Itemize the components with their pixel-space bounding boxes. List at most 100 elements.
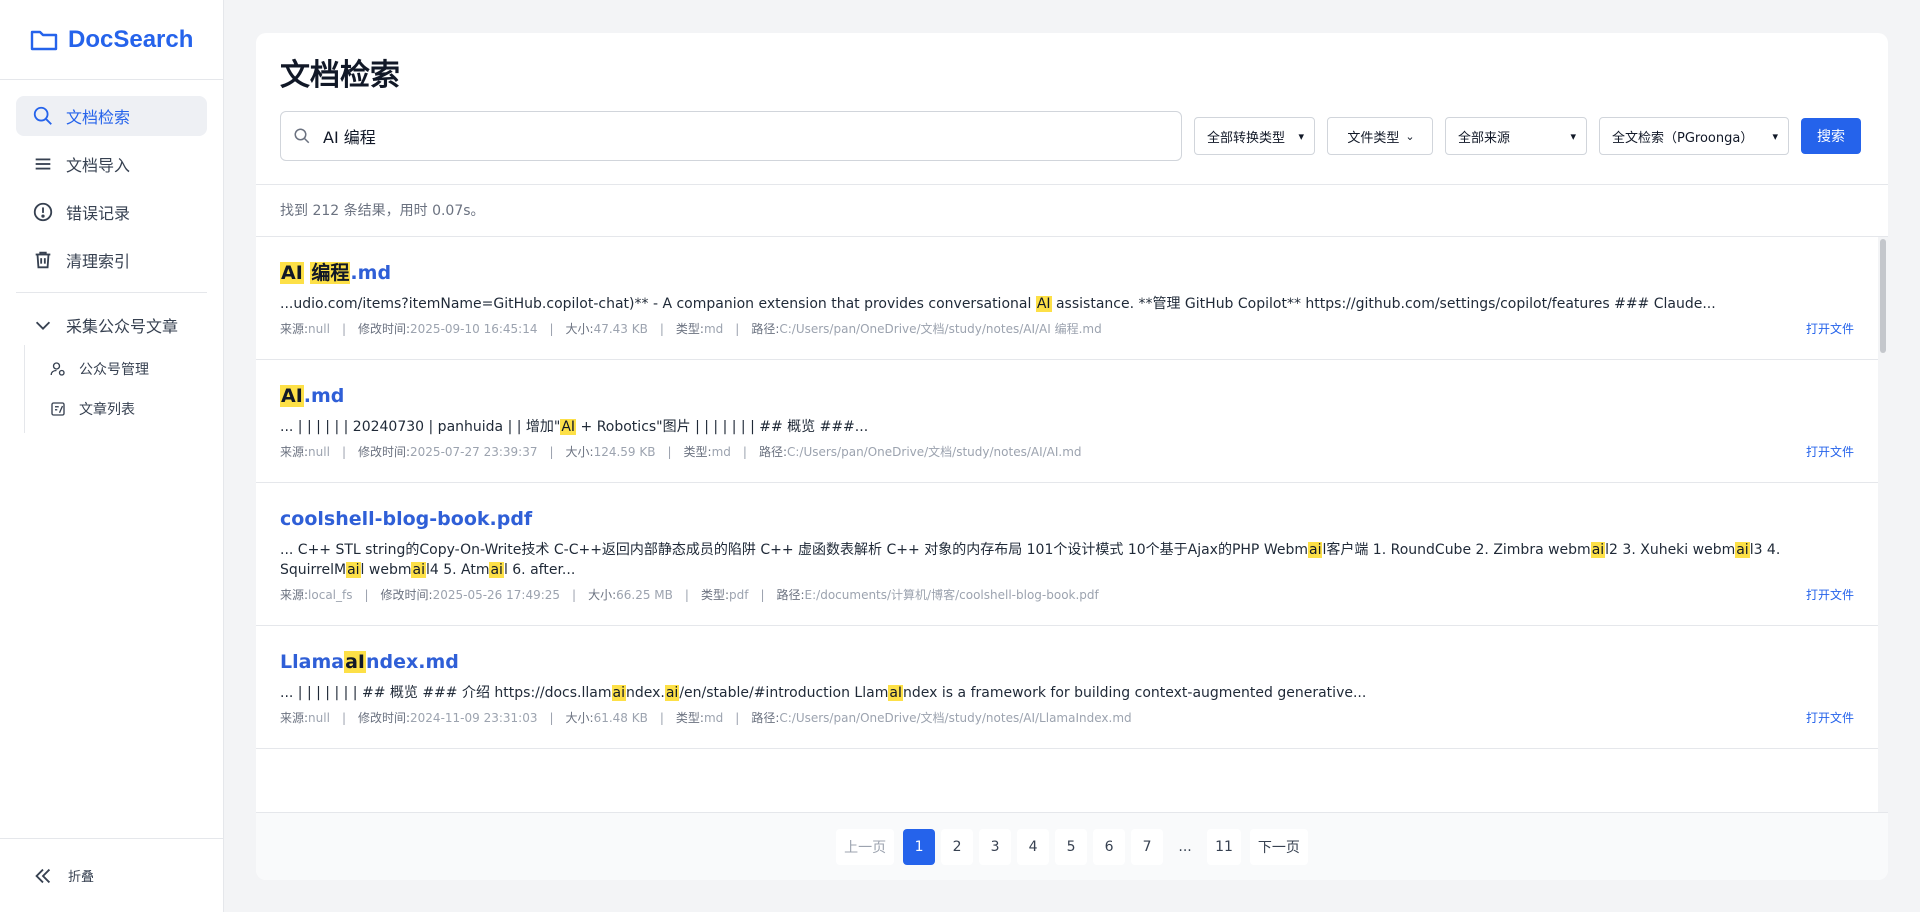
text-segment: /en/stable/#introduction Llam [679, 685, 889, 701]
meta-label-modified: 修改时间: [380, 588, 433, 602]
page-button-3[interactable]: 3 [979, 828, 1012, 865]
open-file-link[interactable]: 打开文件 [1806, 320, 1854, 337]
chevron-down-icon: ▾ [1298, 129, 1304, 143]
result-snippet: ... | | | | | | | ## 概览 ### 介绍 https://d… [280, 683, 1840, 703]
page-button-4[interactable]: 4 [1017, 828, 1050, 865]
open-file-link[interactable]: 打开文件 [1806, 586, 1854, 603]
highlight-match: ai [411, 562, 426, 578]
result-meta: 来源: null | 修改时间: 2024-11-09 23:31:03 | 大小: 6… [280, 709, 1854, 748]
sidebar-item-doc-search[interactable]: 文档检索 [16, 96, 207, 136]
page-button-11[interactable]: 11 [1207, 828, 1241, 865]
brand[interactable]: DocSearch [0, 0, 223, 80]
text-segment: ndex.md [365, 651, 459, 673]
meta-value-type: md [703, 321, 724, 336]
sidebar-sub-list: 公众号管理 文章列表 [24, 345, 207, 433]
meta-value-path: C:/Users/pan/OneDrive/文档/study/notes/AI/… [779, 322, 1102, 336]
sidebar-item-article-list[interactable]: 文章列表 [41, 389, 207, 429]
result-meta: 来源: null | 修改时间: 2025-09-10 16:45:14 | 大小: 4… [280, 320, 1854, 359]
meta-separator: | [549, 321, 554, 336]
next-page-button[interactable]: 下一页 [1249, 828, 1308, 865]
search-mode-select[interactable]: 全文检索（PGroonga） ▾ [1599, 117, 1789, 155]
meta-label-size: 大小: [565, 322, 594, 336]
sidebar-item-error-log[interactable]: 错误记录 [16, 192, 207, 232]
prev-page-button[interactable]: 上一页 [836, 828, 895, 865]
chevron-down-icon: ▾ [1772, 129, 1778, 143]
page-button-5[interactable]: 5 [1055, 828, 1088, 865]
alert-icon [33, 202, 53, 222]
text-segment: ... C++ STL string的Copy-On-Write技术 C-C++… [280, 542, 1308, 558]
user-manage-icon [50, 362, 65, 376]
meta-value-source: null [308, 444, 330, 459]
text-segment: + Robotics"图片 | | | | | | | ## 概览 ###... [576, 419, 869, 435]
result-title-link[interactable]: coolshell-blog-book.pdf [280, 505, 1854, 533]
chevron-down-icon: ⌄ [1405, 129, 1415, 143]
main-panel: 文档检索 全部转换类型 ▾ 文件类型 ⌄ 全部来源 ▾ 全文检索（PGroong… [256, 33, 1888, 880]
sidebar-item-doc-import[interactable]: 文档导入 [16, 144, 207, 184]
page-button-7[interactable]: 7 [1131, 828, 1164, 865]
text-segment: l2 3. Xuheki webm [1605, 542, 1736, 558]
meta-label-source: 来源: [280, 445, 309, 459]
divider [16, 292, 207, 293]
result-item: coolshell-blog-book.pdf ... C++ STL strin… [256, 483, 1878, 626]
sidebar-group-wechat[interactable]: 采集公众号文章 [16, 305, 207, 345]
sidebar-nav: 文档检索 文档导入 错误记录 清理索引 采集公众号文章 公众号管理 文章列表 [0, 80, 223, 449]
page-button-2[interactable]: 2 [941, 828, 974, 865]
result-title-link[interactable]: AI.md [280, 382, 1854, 410]
text-segment: ... | | | | | | 20240730 | panhuida | | … [280, 419, 561, 435]
meta-separator: | [549, 710, 554, 725]
pagination: 上一页 1 2 3 4 5 6 7... 11 下一页 [256, 812, 1888, 880]
page-button-6[interactable]: 6 [1093, 828, 1126, 865]
result-title-link[interactable]: LlamaaIndex.md [280, 648, 1854, 676]
chevron-down-icon: ▾ [1570, 129, 1576, 143]
highlight-match: ai [489, 562, 504, 578]
sidebar-group-label: 采集公众号文章 [66, 317, 179, 336]
search-box[interactable] [280, 111, 1182, 161]
search-header: 文档检索 全部转换类型 ▾ 文件类型 ⌄ 全部来源 ▾ 全文检索（PGroong… [256, 33, 1888, 185]
collapse-label: 折叠 [68, 870, 95, 885]
meta-value-modified: 2024-11-09 23:31:03 [410, 710, 538, 725]
sidebar-item-account-manage[interactable]: 公众号管理 [41, 349, 207, 389]
sidebar-item-clear-index[interactable]: 清理索引 [16, 240, 207, 280]
result-snippet: ... C++ STL string的Copy-On-Write技术 C-C++… [280, 540, 1840, 580]
meta-label-modified: 修改时间: [357, 322, 411, 336]
meta-separator: | [735, 710, 740, 725]
search-mode-value: 全文检索（PGroonga） [1612, 130, 1754, 146]
meta-value-size: 61.48 KB [593, 710, 648, 725]
search-icon [33, 106, 52, 125]
menu-icon [35, 158, 51, 170]
meta-value-type: md [711, 444, 731, 459]
text-segment: Llama [280, 651, 345, 673]
text-segment: l webm [360, 562, 412, 578]
highlight-match: AI [1035, 296, 1052, 312]
result-title-link[interactable]: AI 编程.md [280, 259, 1854, 287]
scrollbar[interactable] [1878, 237, 1888, 812]
conversion-type-select[interactable]: 全部转换类型 ▾ [1194, 117, 1315, 155]
meta-separator: | [341, 321, 346, 336]
meta-label-type: 类型: [675, 322, 704, 336]
file-type-select[interactable]: 文件类型 ⌄ [1327, 117, 1433, 155]
highlight-match: ai [1590, 542, 1606, 558]
highlight-match: AI [560, 419, 577, 435]
open-file-link[interactable]: 打开文件 [1806, 443, 1854, 460]
source-select[interactable]: 全部来源 ▾ [1445, 117, 1587, 155]
text-segment: l4 5. Atm [425, 562, 490, 578]
sidebar-item-label: 清理索引 [66, 252, 131, 271]
meta-separator: | [572, 587, 577, 602]
meta-value-source: local_fs [308, 587, 353, 602]
search-input[interactable] [323, 126, 1143, 146]
meta-label-source: 来源: [280, 322, 309, 336]
text-segment: l客户端 1. RoundCube 2. Zimbra webm [1322, 542, 1591, 558]
scrollbar-thumb[interactable] [1880, 239, 1886, 353]
search-button[interactable]: 搜索 [1801, 118, 1861, 154]
result-list[interactable]: AI 编程.md ...udio.com/items?itemName=GitHu… [256, 237, 1878, 812]
meta-label-size: 大小: [588, 588, 617, 602]
text-segment: ndex is a framework for building context… [903, 685, 1367, 701]
page-button-1[interactable]: 1 [903, 828, 936, 865]
meta-separator: | [667, 444, 672, 459]
highlight-match: ai [1308, 542, 1323, 558]
collapse-button[interactable]: 折叠 [0, 838, 223, 912]
open-file-link[interactable]: 打开文件 [1806, 709, 1854, 726]
meta-separator: | [742, 444, 747, 459]
meta-label-size: 大小: [565, 711, 594, 725]
meta-label-type: 类型: [683, 445, 712, 459]
